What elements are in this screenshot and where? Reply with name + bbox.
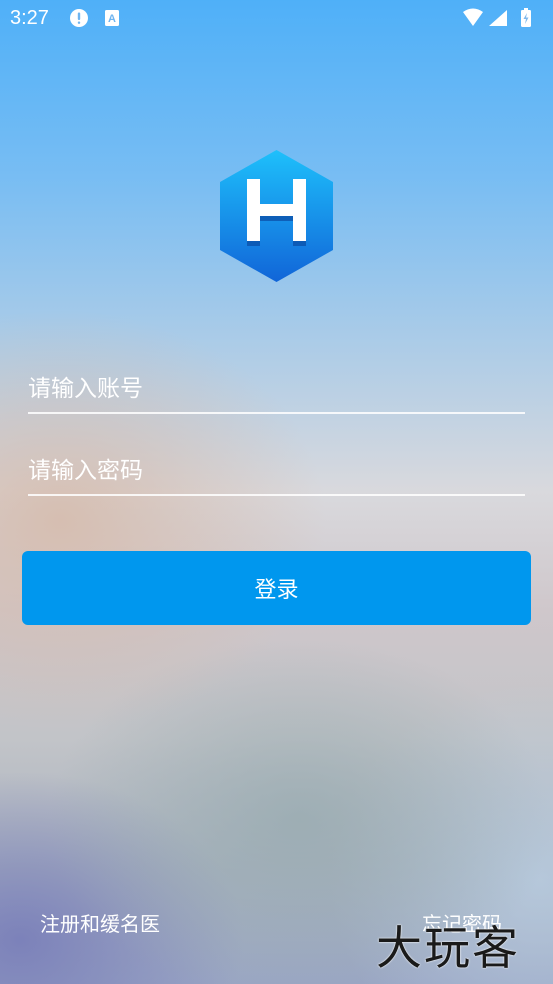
battery-charging-icon <box>521 8 531 27</box>
password-field[interactable] <box>28 452 525 496</box>
login-button[interactable]: 登录 <box>22 551 531 625</box>
svg-text:A: A <box>108 13 116 25</box>
register-link[interactable]: 注册和缓名医 <box>40 908 160 937</box>
hexagon-logo-icon <box>220 150 333 282</box>
account-field[interactable] <box>28 370 525 414</box>
watermark: 大玩客 <box>376 921 520 975</box>
status-time: 3:27 <box>10 7 49 29</box>
wifi-icon <box>463 8 483 26</box>
signal-icon <box>489 10 507 26</box>
status-bar: 3:27 A <box>0 0 553 36</box>
status-right-icons <box>463 8 531 27</box>
account-input[interactable] <box>28 370 525 412</box>
alert-icon <box>70 9 88 27</box>
a-notification-icon: A <box>105 10 119 26</box>
password-input[interactable] <box>28 452 525 494</box>
